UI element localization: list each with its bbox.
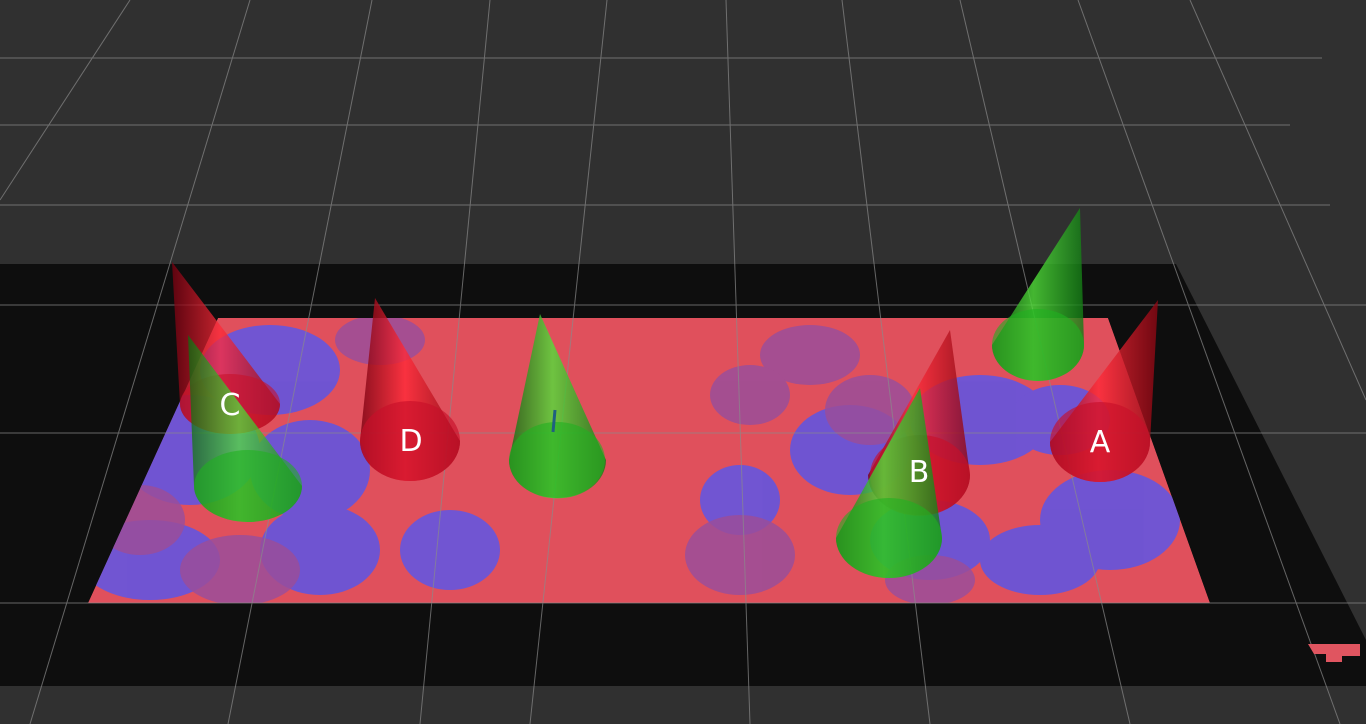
label-b: B (909, 455, 930, 490)
label-a: A (1090, 425, 1111, 460)
label-c: C (220, 388, 241, 423)
3d-viewport[interactable]: C D B A (0, 0, 1366, 724)
label-d: D (399, 424, 422, 459)
